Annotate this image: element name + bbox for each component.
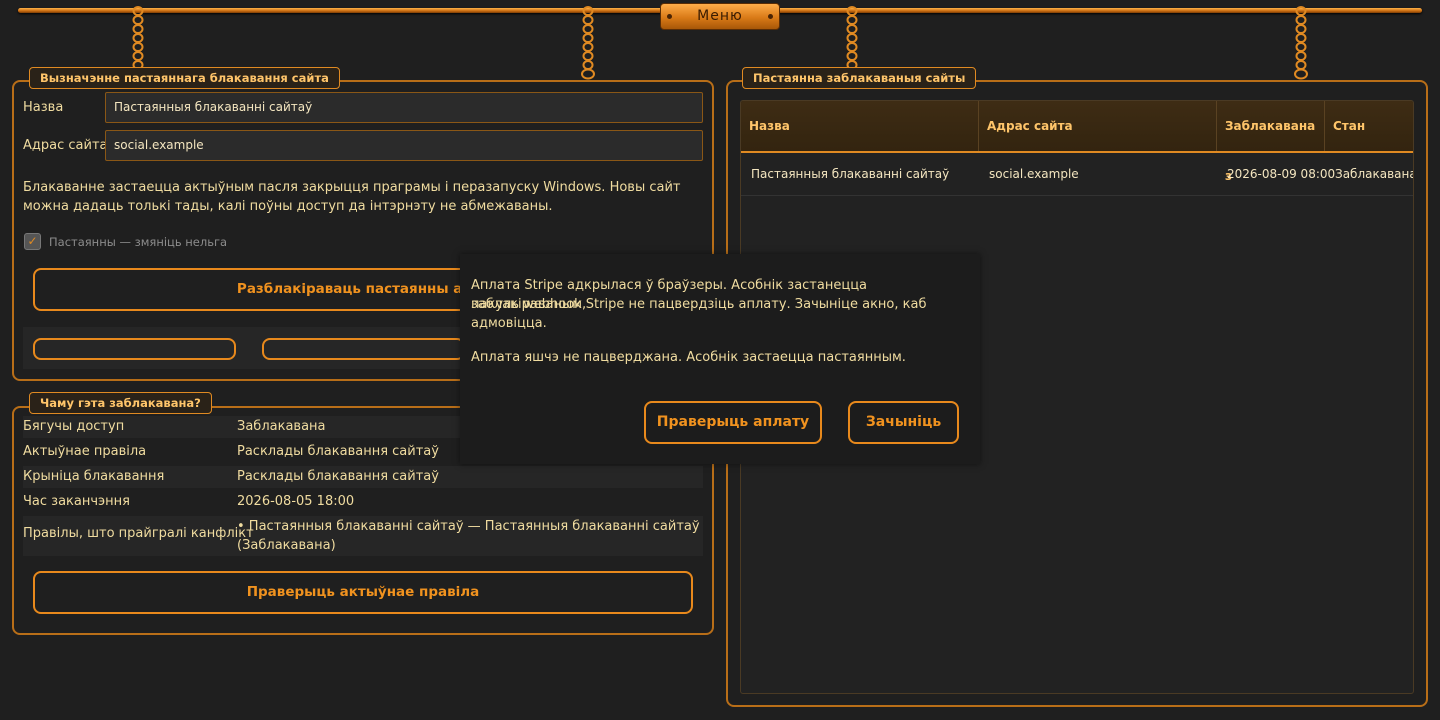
table-row[interactable]: Пастаянныя блакаванні сайтаў social.exam…	[741, 153, 1413, 196]
chain-decoration	[845, 6, 858, 72]
rivet-icon	[667, 14, 672, 19]
why-row-label: Актыўнае правіла	[23, 444, 147, 459]
secondary-action-button[interactable]	[262, 338, 465, 360]
why-row-label: Час заканчэння	[23, 494, 130, 509]
chain-decoration	[580, 6, 595, 80]
menu-button[interactable]: Меню	[660, 3, 780, 30]
table-cell-name: Пастаянныя блакаванні сайтаў	[751, 167, 950, 181]
permanent-checkbox-label: Пастаянны — змяніць нельга	[49, 235, 228, 249]
verify-payment-button-label: Праверыць аплату	[656, 414, 810, 430]
why-blocked-panel-title: Чаму гэта заблакавана?	[29, 392, 212, 414]
why-row-value: 2026-08-05 18:00	[237, 494, 355, 509]
rivet-icon	[768, 14, 773, 19]
permanent-checkbox[interactable]: ✓	[24, 233, 41, 250]
name-input[interactable]: Пастаянныя блакаванні сайтаў	[105, 92, 703, 123]
check-active-rule-button-label: Праверыць актыўнае правіла	[246, 584, 480, 600]
verify-payment-button[interactable]: Праверыць аплату	[644, 401, 822, 444]
blocked-sites-panel-title: Пастаянна заблакаваныя сайты	[742, 67, 977, 89]
why-row-label: Крыніца блакавання	[23, 469, 165, 484]
chain-decoration	[131, 6, 144, 72]
conflict-rules-value: • Пастаянныя блакаванні сайтаў — Пастаян…	[237, 519, 700, 534]
payment-dialog: Аплата Stripe адкрылася ў браўзеры. Асоб…	[460, 254, 980, 464]
column-header-status[interactable]: Стан	[1325, 101, 1413, 151]
table-cell-since: 2026-08-09 08:00	[1227, 167, 1336, 181]
dialog-message-line-2: пакуль webhook Stripe не пацвердзіць апл…	[471, 297, 927, 331]
why-row-value: Расклады блакавання сайтаў	[237, 469, 439, 484]
column-header-since[interactable]: Заблакавана з	[1217, 101, 1325, 183]
why-row-value: Расклады блакавання сайтаў	[237, 444, 439, 459]
why-row-value: Заблакавана	[237, 419, 326, 434]
column-header-url[interactable]: Адрас сайта	[979, 101, 1217, 151]
conflict-rules-value-status: (Заблакавана)	[237, 538, 336, 553]
chain-decoration	[1293, 6, 1308, 80]
check-icon: ✓	[27, 234, 38, 248]
table-cell-status: Заблакавана	[1335, 167, 1414, 181]
close-dialog-button-label: Зачыніць	[865, 414, 942, 430]
close-dialog-button[interactable]: Зачыніць	[848, 401, 959, 444]
url-input[interactable]: social.example	[105, 130, 703, 161]
persistence-note: Блакаванне застаецца актыўным пасля закр…	[23, 180, 681, 214]
name-label: Назва	[23, 100, 64, 115]
dialog-status: Аплата яшчэ не пацверджана. Асобнік заст…	[471, 350, 906, 365]
secondary-action-button[interactable]	[33, 338, 236, 360]
column-header-name[interactable]: Назва	[741, 101, 979, 151]
url-label: Адрас сайта	[23, 138, 108, 153]
definition-panel-title: Вызначэнне пастаяннага блакавання сайта	[29, 67, 340, 89]
table-cell-url: social.example	[989, 167, 1079, 181]
menu-button-label: Меню	[697, 8, 743, 24]
table-header: Назва Адрас сайта Заблакавана з Стан	[741, 101, 1413, 183]
conflict-rules-label: Правілы, што прайгралі канфлікт	[23, 526, 254, 541]
why-row-label: Бягучы доступ	[23, 419, 125, 434]
unlock-permanent-button-label: Разблакіраваць пастаянны асоб	[236, 281, 490, 297]
check-active-rule-button[interactable]: Праверыць актыўнае правіла	[33, 571, 693, 614]
